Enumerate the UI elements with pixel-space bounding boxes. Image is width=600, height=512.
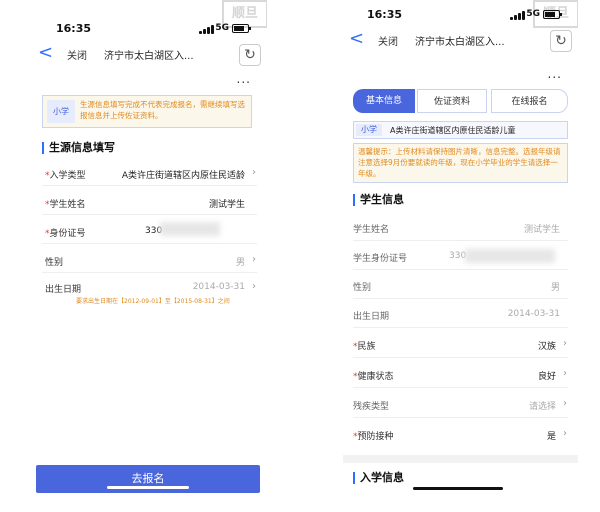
info-row-gender: 性别 男 xyxy=(353,270,568,299)
row-label: 民族 xyxy=(353,339,376,352)
back-icon[interactable]: < xyxy=(349,30,364,48)
page-title: 济宁市太白湖区入... xyxy=(104,51,194,62)
row-label: 健康状态 xyxy=(353,369,394,382)
status-time: 16:35 xyxy=(367,8,403,21)
step-basic-info[interactable]: 基本信息 xyxy=(353,89,415,113)
row-value: 330 xyxy=(449,251,467,261)
nav-bar: < 关闭 济宁市太白湖区入... ↻ xyxy=(343,28,578,54)
info-row-health-status[interactable]: 健康状态 良好 › xyxy=(353,359,568,388)
section-title-enrollment: 入学信息 xyxy=(353,472,404,484)
left-phone-screen: 顺旦 16:35 5G < 关闭 济宁市太白湖区入... ↻ ... 小学 生源… xyxy=(32,0,267,512)
battery-icon xyxy=(232,24,251,33)
more-menu-icon[interactable]: ... xyxy=(548,67,562,81)
row-value: 测试学生 xyxy=(208,200,245,210)
row-value: 测试学生 xyxy=(523,225,560,235)
row-label: 出生日期 xyxy=(45,285,82,295)
more-menu-icon[interactable]: ... xyxy=(237,72,251,86)
step-online-registration[interactable]: 在线报名 xyxy=(491,89,568,113)
chevron-right-icon: › xyxy=(252,254,256,265)
stamp-text: 顺旦 xyxy=(231,6,258,21)
close-button[interactable]: 关闭 xyxy=(378,33,398,48)
row-value: 2014-03-31 xyxy=(507,309,560,319)
chevron-right-icon: › xyxy=(563,368,567,379)
row-value: 请选择 xyxy=(528,402,556,412)
row-value: 2014-03-31 xyxy=(192,282,245,292)
row-label: 身份证号 xyxy=(45,226,86,239)
right-phone-screen: 顺旦 16:35 5G < 关闭 济宁市太白湖区入... ↻ ... 基本信息 … xyxy=(343,0,578,512)
home-indicator xyxy=(107,486,189,489)
row-label: 预防接种 xyxy=(353,429,394,442)
row-value: 是 xyxy=(546,432,556,442)
section-divider xyxy=(343,455,578,463)
row-label: 出生日期 xyxy=(353,312,390,322)
category-box: 小学 A类许庄街道辖区内原住民适龄儿童 xyxy=(353,121,568,139)
info-row-vaccination[interactable]: 预防接种 是 › xyxy=(353,419,568,448)
notice-banner: 小学 生源信息填写完成不代表完成报名，需继续填写选报信息并上传佐证资料。 xyxy=(42,95,252,128)
signal-icon xyxy=(510,11,526,20)
home-indicator xyxy=(413,487,503,490)
nav-bar: < 关闭 济宁市太白湖区入... ↻ xyxy=(32,42,267,68)
row-label: 性别 xyxy=(353,283,372,293)
notice-text: 生源信息填写完成不代表完成报名，需继续填写选报信息并上传佐证资料。 xyxy=(80,100,245,120)
refresh-icon[interactable]: ↻ xyxy=(550,30,572,52)
info-row-id-number: 学生身份证号 330 xyxy=(353,241,568,270)
info-row-student-name: 学生姓名 测试学生 xyxy=(353,212,568,241)
category-text: A类许庄街道辖区内原住民适龄儿童 xyxy=(390,126,516,135)
row-value: 男 xyxy=(550,283,560,293)
row-label: 入学类型 xyxy=(45,168,86,181)
step-documents[interactable]: 佐证资料 xyxy=(417,89,487,113)
row-value: A类许庄街道辖区内原住民适龄 xyxy=(121,171,245,181)
info-row-ethnicity[interactable]: 民族 汉族 › xyxy=(353,329,568,358)
form-row-id-number[interactable]: 身份证号 330 xyxy=(42,217,257,244)
chevron-right-icon: › xyxy=(563,428,567,439)
step-bar: 基本信息 佐证资料 在线报名 xyxy=(353,89,568,113)
redacted-blur xyxy=(465,249,555,263)
status-bar: 16:35 5G xyxy=(343,6,578,24)
tip-banner: 温馨提示：上传材料请保持图片清晰，信息完整。选报年级请注意选择9月份要就读的年级… xyxy=(353,143,568,183)
signal-icon xyxy=(199,25,215,34)
row-value: 男 xyxy=(235,258,245,268)
chevron-right-icon: › xyxy=(563,338,567,349)
close-button[interactable]: 关闭 xyxy=(67,47,87,62)
row-label: 残疾类型 xyxy=(353,402,390,412)
back-icon[interactable]: < xyxy=(38,44,53,62)
birthdate-hint: 要求出生日期在【2012-09-01】至【2015-08-31】之间 xyxy=(76,298,230,305)
status-time: 16:35 xyxy=(56,22,92,35)
notice-tag: 小学 xyxy=(47,100,75,123)
row-label: 学生姓名 xyxy=(353,225,390,235)
network-label: 5G xyxy=(215,23,229,33)
battery-icon xyxy=(543,10,562,19)
form-row-enrollment-type[interactable]: 入学类型 A类许庄街道辖区内原住民适龄 › xyxy=(42,159,257,186)
form-row-gender: 性别 男 › xyxy=(42,246,257,273)
row-label: 学生身份证号 xyxy=(353,254,408,264)
row-label: 学生姓名 xyxy=(45,197,86,210)
category-tag: 小学 xyxy=(356,124,382,136)
form-row-student-name[interactable]: 学生姓名 测试学生 xyxy=(42,188,257,215)
status-bar: 16:35 5G xyxy=(32,20,267,38)
redacted-blur xyxy=(160,222,220,236)
chevron-right-icon: › xyxy=(252,167,256,178)
section-title: 生源信息填写 xyxy=(42,142,115,154)
row-value: 良好 xyxy=(537,372,556,382)
chevron-right-icon: › xyxy=(563,398,567,409)
chevron-right-icon: › xyxy=(252,281,256,292)
network-label: 5G xyxy=(526,9,540,19)
info-row-disability-type[interactable]: 残疾类型 请选择 › xyxy=(353,389,568,418)
info-row-birthdate: 出生日期 2014-03-31 xyxy=(353,299,568,328)
section-title: 学生信息 xyxy=(353,194,404,206)
refresh-icon[interactable]: ↻ xyxy=(239,44,261,66)
row-value: 汉族 xyxy=(537,342,556,352)
row-label: 性别 xyxy=(45,258,64,268)
page-title: 济宁市太白湖区入... xyxy=(415,37,505,48)
